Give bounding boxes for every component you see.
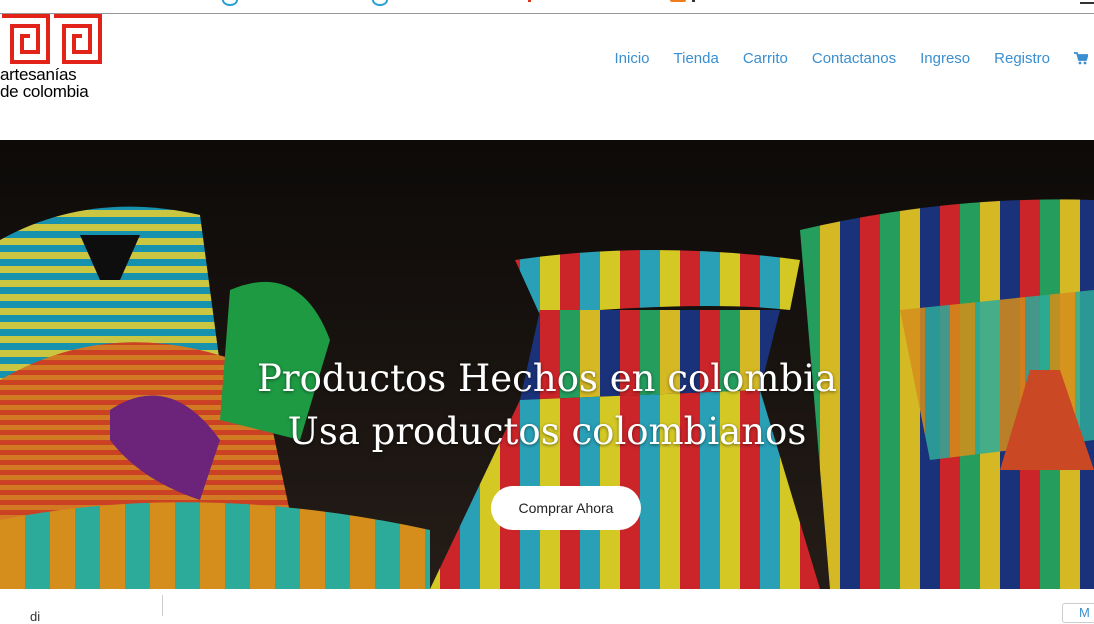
corner-button[interactable]: M bbox=[1062, 603, 1094, 623]
nav-registro[interactable]: Registro bbox=[994, 50, 1050, 67]
brand-line-1: artesanías bbox=[0, 66, 88, 83]
phone-icon bbox=[528, 0, 531, 2]
below-hero-section: di M bbox=[0, 589, 1094, 616]
nav-inicio[interactable]: Inicio bbox=[615, 50, 650, 67]
rss-icon bbox=[670, 0, 686, 2]
cart-link[interactable] bbox=[1074, 52, 1088, 65]
nav-carrito[interactable]: Carrito bbox=[743, 50, 788, 67]
header-spacer bbox=[0, 102, 1094, 140]
nav-tienda[interactable]: Tienda bbox=[674, 50, 719, 67]
comprar-ahora-button[interactable]: Comprar Ahora bbox=[491, 486, 641, 530]
hero-title-line-2: Usa productos colombianos bbox=[0, 405, 1094, 458]
nav-ingreso[interactable]: Ingreso bbox=[920, 50, 970, 67]
brand-logo[interactable]: artesanías de colombia bbox=[0, 14, 110, 102]
shopping-cart-icon bbox=[1074, 52, 1088, 65]
hero-banner: Productos Hechos en colombia Usa product… bbox=[0, 140, 1094, 589]
separator-icon bbox=[692, 0, 695, 2]
email-icon bbox=[222, 0, 238, 6]
hero-title: Productos Hechos en colombia Usa product… bbox=[0, 352, 1094, 458]
top-contact-bar bbox=[0, 0, 1094, 14]
nav-contactanos[interactable]: Contactanos bbox=[812, 50, 896, 67]
sidebar-label: di bbox=[30, 609, 40, 624]
menu-icon bbox=[1080, 0, 1094, 4]
hero-title-line-1: Productos Hechos en colombia bbox=[0, 352, 1094, 405]
email-icon-2 bbox=[372, 0, 388, 6]
main-nav: Inicio Tienda Carrito Contactanos Ingres… bbox=[615, 48, 1094, 68]
logo-greek-key-icon bbox=[0, 14, 104, 66]
section-divider bbox=[162, 595, 163, 616]
site-header: artesanías de colombia Inicio Tienda Car… bbox=[0, 14, 1094, 103]
brand-line-2: de colombia bbox=[0, 83, 88, 100]
